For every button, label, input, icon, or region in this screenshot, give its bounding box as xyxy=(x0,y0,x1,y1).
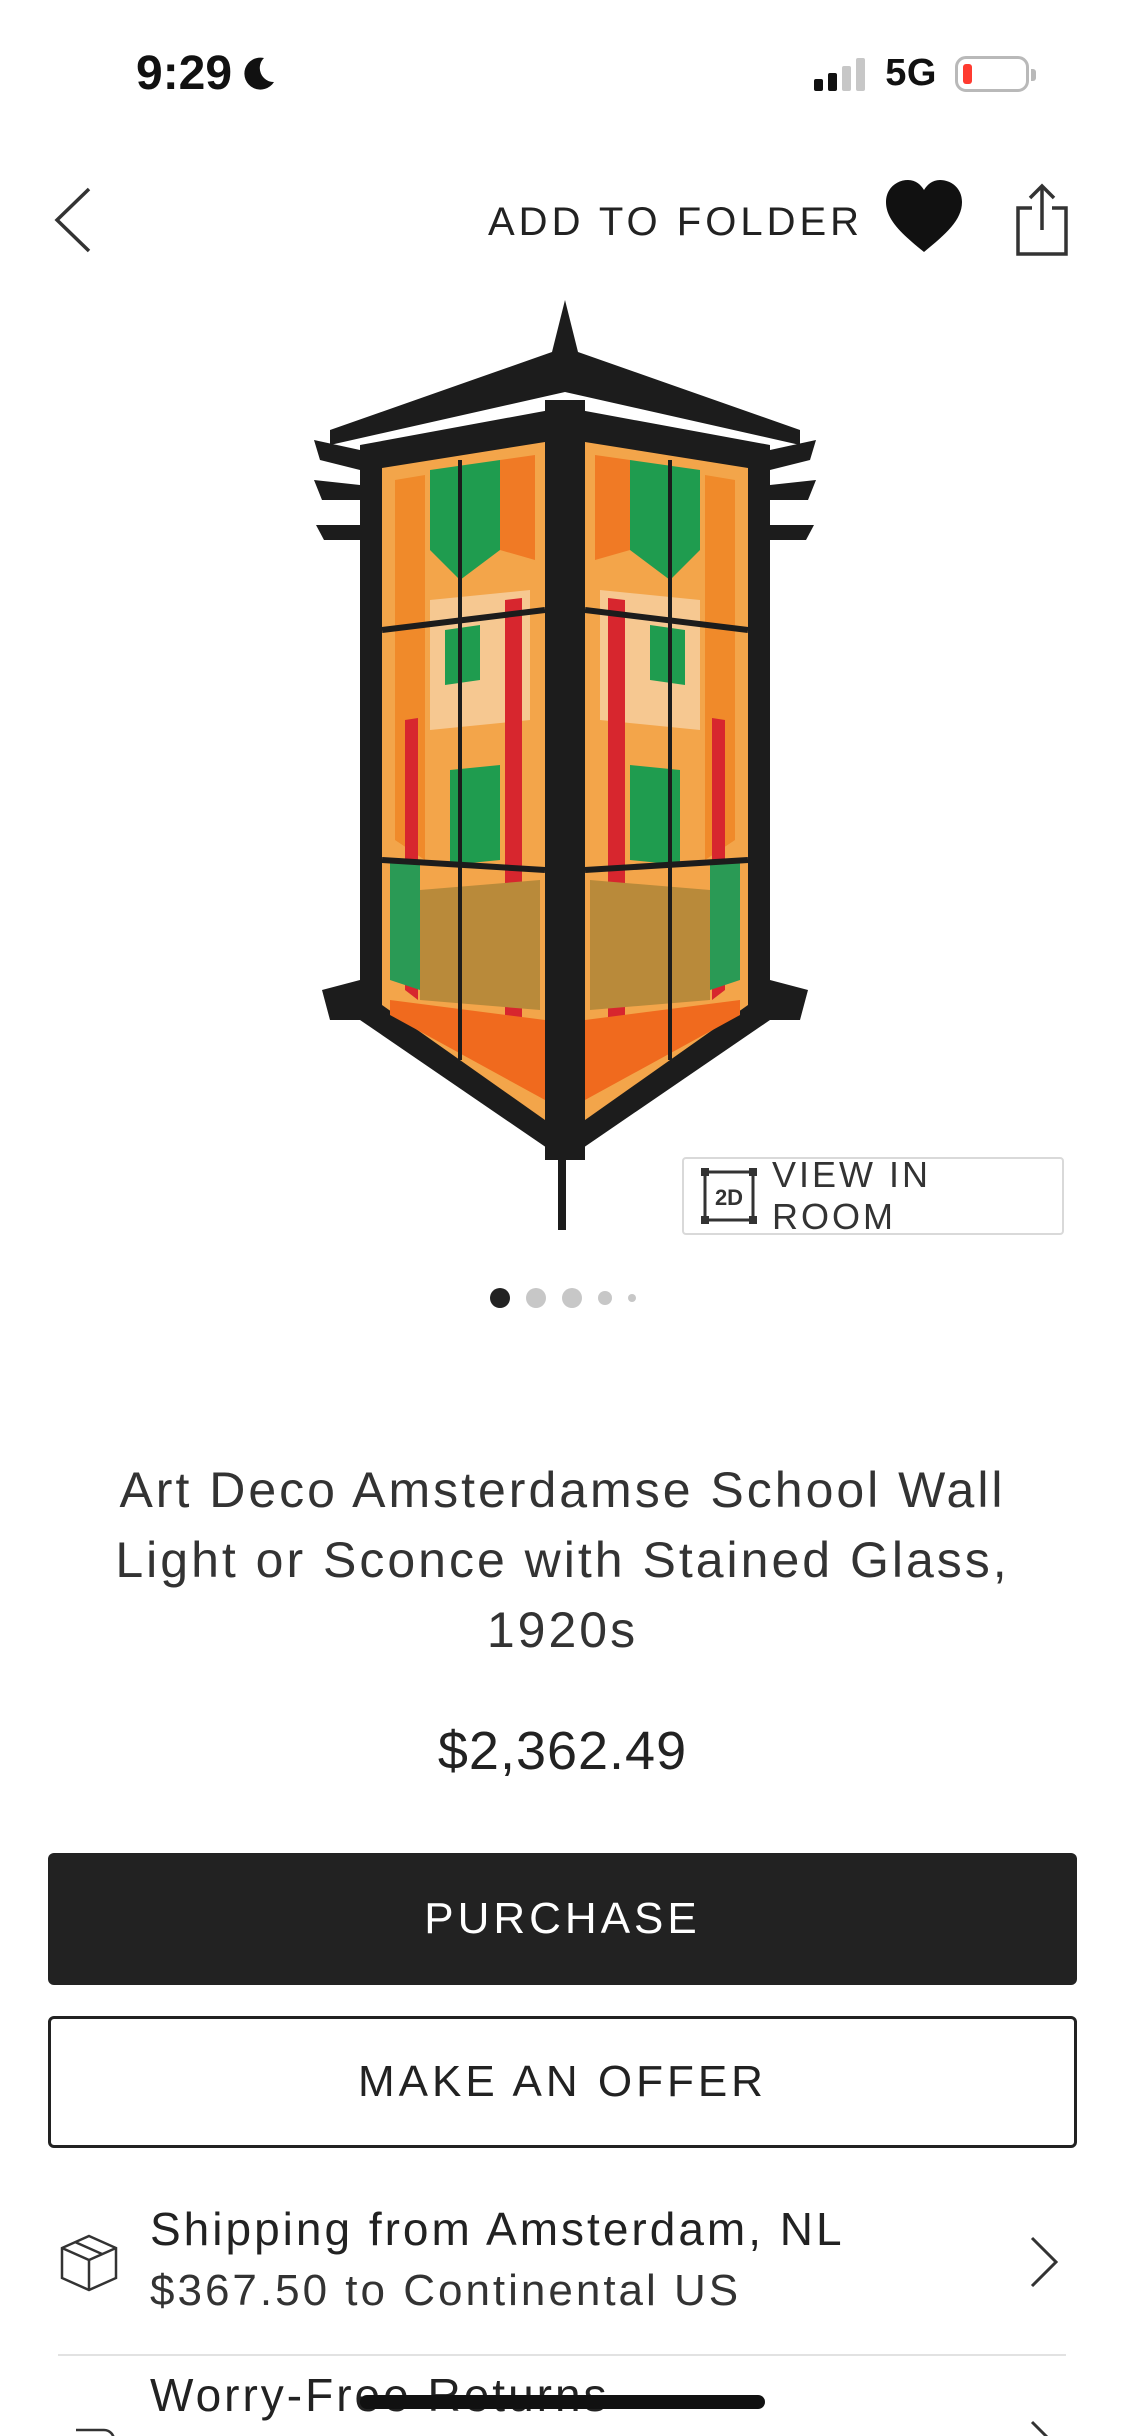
gallery-dot-3[interactable] xyxy=(561,1288,582,1308)
gallery-pagination xyxy=(0,1288,1125,1308)
gallery-dot-2[interactable] xyxy=(525,1288,546,1308)
gallery-dot-5[interactable] xyxy=(627,1294,636,1302)
make-offer-button[interactable]: MAKE AN OFFER xyxy=(48,2016,1077,2148)
share-button[interactable] xyxy=(1012,182,1072,258)
share-icon xyxy=(1016,183,1068,256)
shipping-origin: Shipping from Amsterdam, NL xyxy=(150,2203,845,2255)
status-bar: 9:29 5G xyxy=(0,0,1125,150)
product-title: Art Deco Amsterdamse School Wall Light o… xyxy=(115,1462,1010,1658)
favorite-button[interactable] xyxy=(884,178,964,258)
shipping-info-row[interactable]: Shipping from Amsterdam, NL $367.50 to C… xyxy=(0,2180,1125,2356)
return-icon xyxy=(76,2428,115,2436)
shipping-cost: $367.50 to Continental US xyxy=(150,2266,742,2315)
clock-text: 9:29 xyxy=(136,47,233,100)
divider xyxy=(58,2354,1066,2356)
battery-icon xyxy=(955,55,1036,92)
top-nav: ADD TO FOLDER xyxy=(0,170,1125,270)
heart-icon xyxy=(886,180,962,252)
status-time: 9:29 xyxy=(136,46,278,101)
chevron-right-icon xyxy=(1030,2236,1059,2288)
add-to-folder-button[interactable]: ADD TO FOLDER xyxy=(488,200,863,245)
product-image[interactable] xyxy=(300,300,830,1250)
package-icon xyxy=(60,2234,118,2292)
product-price: $2,362.49 xyxy=(437,1721,688,1781)
gallery-dot-4[interactable] xyxy=(597,1291,612,1305)
view-in-room-label: VIEW IN ROOM xyxy=(772,1154,932,1237)
back-button[interactable] xyxy=(48,184,98,256)
view-in-room-badge: 2D xyxy=(715,1185,743,1210)
moon-icon xyxy=(244,57,275,90)
network-label: 5G xyxy=(885,52,937,94)
signal-icon xyxy=(814,57,866,91)
gallery-dot-1[interactable] xyxy=(489,1288,510,1308)
status-indicators: 5G xyxy=(814,52,1036,95)
purchase-button[interactable]: PURCHASE xyxy=(48,1853,1077,1985)
chevron-left-icon xyxy=(54,187,91,253)
home-indicator[interactable] xyxy=(360,2395,765,2409)
view-in-room-icon: 2D xyxy=(700,1167,758,1225)
chevron-right-icon xyxy=(1030,2420,1049,2436)
view-in-room-button[interactable]: 2D VIEW IN ROOM xyxy=(682,1154,1064,1237)
